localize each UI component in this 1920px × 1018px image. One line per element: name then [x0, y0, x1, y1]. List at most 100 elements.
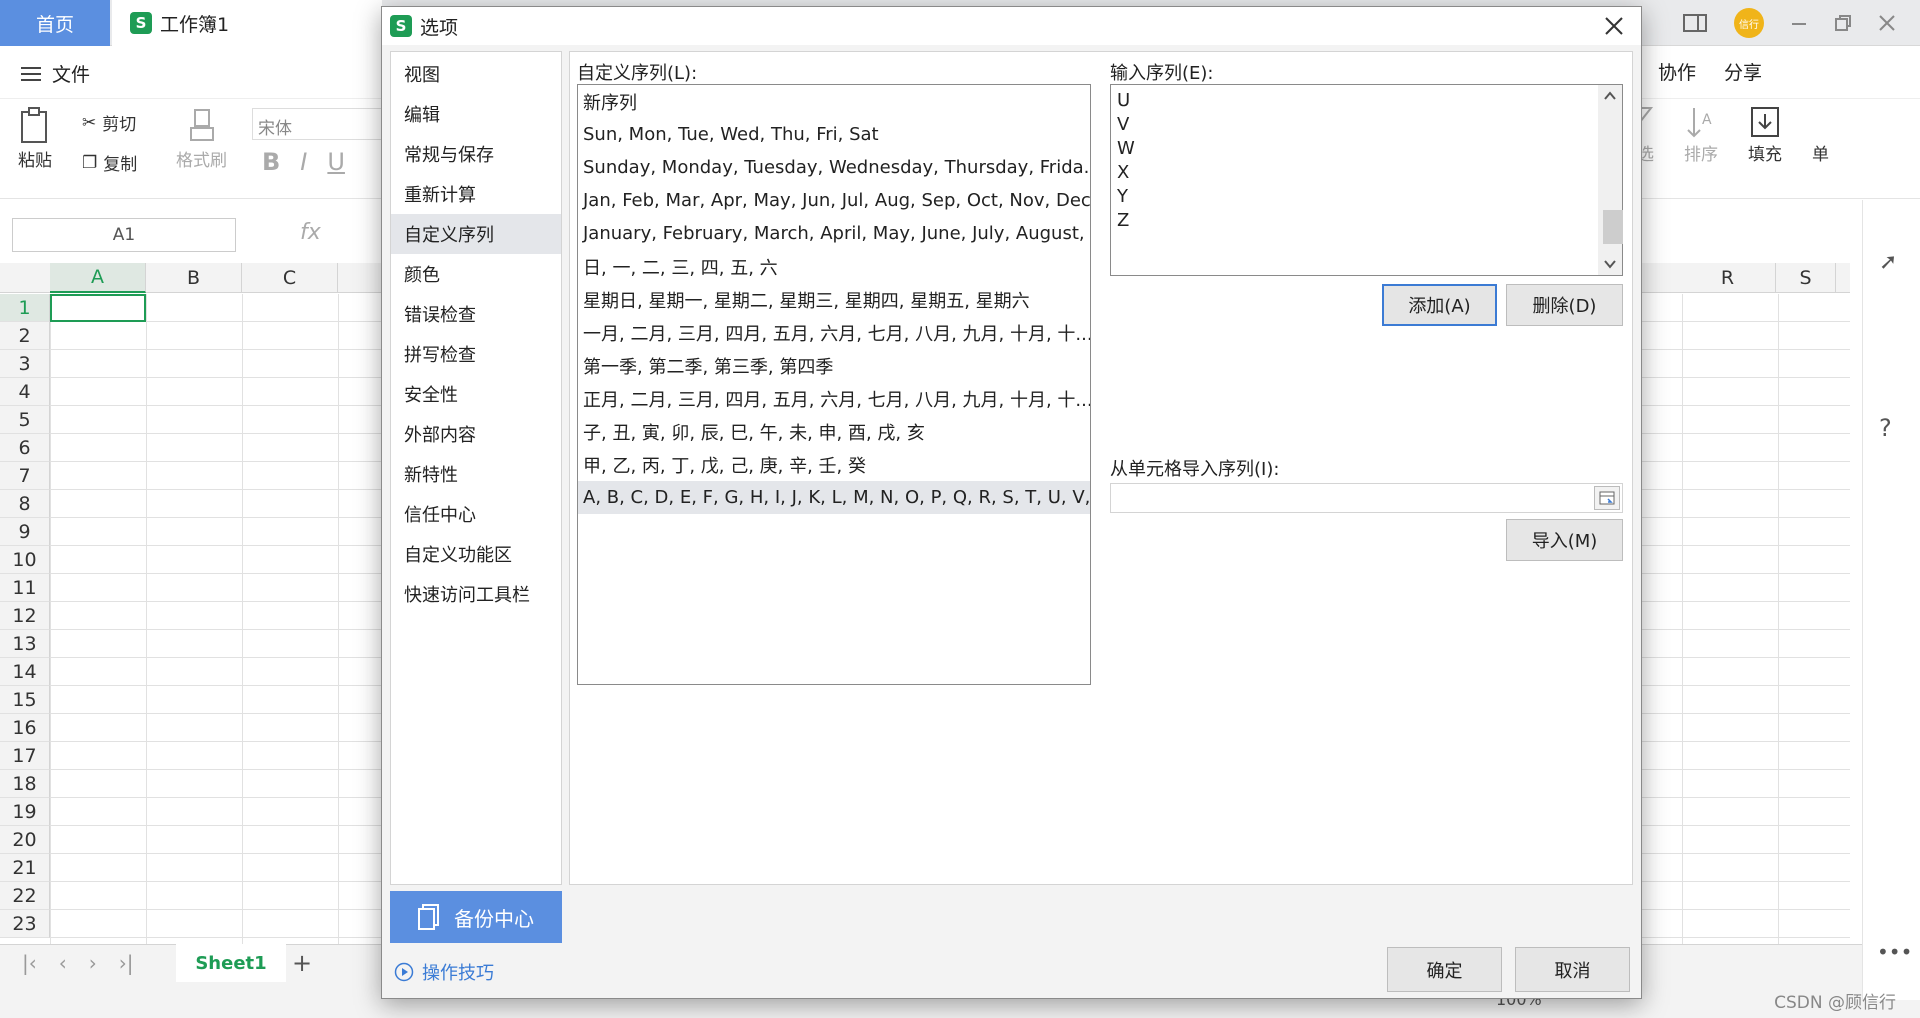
import-range-field[interactable] — [1110, 483, 1623, 513]
scroll-down-icon[interactable] — [1604, 259, 1616, 269]
custom-lists-box[interactable]: 新序列 Sun, Mon, Tue, Wed, Thu, Fri, Sat Sund… — [577, 84, 1091, 685]
row-header[interactable]: 22 — [0, 882, 50, 910]
next-sheet-icon[interactable]: › — [89, 951, 97, 975]
range-picker-button[interactable] — [1594, 486, 1620, 510]
custom-list-item[interactable]: 新序列 — [578, 85, 1090, 118]
cancel-button[interactable]: 取消 — [1515, 947, 1630, 992]
row-header[interactable]: 6 — [0, 434, 50, 462]
nav-item[interactable]: 快速访问工具栏 — [391, 574, 561, 614]
custom-list-item[interactable]: 日, 一, 二, 三, 四, 五, 六 — [578, 250, 1090, 283]
row-header[interactable]: 21 — [0, 854, 50, 882]
layout-icon[interactable] — [1682, 12, 1708, 34]
input-list-textarea[interactable]: UVWXYZ — [1110, 84, 1623, 276]
row-header[interactable]: 1 — [0, 294, 50, 322]
row-header[interactable]: 8 — [0, 490, 50, 518]
row-header[interactable]: 16 — [0, 714, 50, 742]
nav-item[interactable]: 外部内容 — [391, 414, 561, 454]
column-r-header[interactable]: R — [1680, 263, 1776, 293]
backup-center-button[interactable]: 备份中心 — [390, 891, 562, 943]
name-box[interactable]: A1 — [12, 218, 236, 252]
custom-list-item[interactable]: 子, 丑, 寅, 卯, 辰, 巳, 午, 未, 申, 酉, 戌, 亥 — [578, 415, 1090, 448]
nav-item[interactable]: 错误检查 — [391, 294, 561, 334]
share-button[interactable]: 分享 — [1724, 58, 1762, 85]
custom-list-item[interactable]: 正月, 二月, 三月, 四月, 五月, 六月, 七月, 八月, 九月, 十月, … — [578, 382, 1090, 415]
paste-button[interactable]: 粘贴 — [18, 106, 52, 171]
fill-button[interactable]: 填充 — [1748, 104, 1782, 165]
row-header[interactable]: 18 — [0, 770, 50, 798]
row-header[interactable]: 23 — [0, 910, 50, 938]
pointer-icon[interactable]: ➚ — [1879, 250, 1897, 275]
row-header[interactable]: 12 — [0, 602, 50, 630]
bold-icon[interactable]: B — [262, 148, 280, 176]
column-b-header[interactable]: B — [146, 263, 242, 293]
delete-button[interactable]: 删除(D) — [1506, 284, 1623, 326]
tab-home[interactable]: 首页 — [0, 0, 110, 46]
nav-item[interactable]: 信任中心 — [391, 494, 561, 534]
row-header[interactable]: 11 — [0, 574, 50, 602]
ok-button[interactable]: 确定 — [1387, 947, 1502, 992]
nav-item[interactable]: 拼写检查 — [391, 334, 561, 374]
cell-button[interactable]: 单 — [1812, 104, 1829, 165]
custom-list-item[interactable]: 一月, 二月, 三月, 四月, 五月, 六月, 七月, 八月, 九月, 十月, … — [578, 316, 1090, 349]
underline-icon[interactable]: U — [327, 148, 345, 176]
row-header[interactable]: 3 — [0, 350, 50, 378]
scroll-up-icon[interactable] — [1604, 91, 1616, 101]
row-header[interactable]: 10 — [0, 546, 50, 574]
minimize-icon[interactable] — [1790, 14, 1808, 32]
format-painter-button[interactable]: 格式刷 — [176, 106, 227, 171]
nav-item[interactable]: 安全性 — [391, 374, 561, 414]
copy-button[interactable]: ❐ 复制 — [82, 150, 137, 176]
row-header[interactable]: 4 — [0, 378, 50, 406]
custom-list-item[interactable]: 第一季, 第二季, 第三季, 第四季 — [578, 349, 1090, 382]
file-menu[interactable]: 文件 — [20, 60, 90, 87]
nav-item[interactable]: 自定义功能区 — [391, 534, 561, 574]
row-header[interactable]: 13 — [0, 630, 50, 658]
tab-workbook[interactable]: S 工作簿1 — [112, 0, 382, 46]
tips-link[interactable]: 操作技巧 — [394, 959, 494, 985]
custom-list-item[interactable]: January, February, March, April, May, Ju… — [578, 217, 1090, 250]
scroll-thumb[interactable] — [1603, 210, 1623, 244]
help-icon[interactable]: ? — [1879, 414, 1892, 442]
prev-sheet-icon[interactable]: ‹ — [59, 951, 67, 975]
italic-icon[interactable]: I — [300, 148, 307, 176]
collab-button[interactable]: 协作 — [1658, 58, 1696, 85]
column-s-header[interactable]: S — [1776, 263, 1836, 293]
nav-item[interactable]: 颜色 — [391, 254, 561, 294]
fx-icon[interactable]: fx — [300, 220, 321, 245]
font-name-field[interactable]: 宋体 — [252, 108, 382, 140]
close-window-icon[interactable] — [1878, 14, 1896, 32]
nav-item[interactable]: 编辑 — [391, 94, 561, 134]
nav-item[interactable]: 视图 — [391, 54, 561, 94]
column-a-header[interactable]: A — [50, 263, 146, 293]
cut-button[interactable]: ✂ 剪切 — [82, 110, 136, 136]
custom-list-item[interactable]: Jan, Feb, Mar, Apr, May, Jun, Jul, Aug, … — [578, 184, 1090, 217]
row-header[interactable]: 15 — [0, 686, 50, 714]
custom-list-item[interactable]: A, B, C, D, E, F, G, H, I, J, K, L, M, N… — [578, 481, 1090, 514]
dialog-close-button[interactable] — [1601, 13, 1627, 39]
custom-list-item[interactable]: 甲, 乙, 丙, 丁, 戊, 己, 庚, 辛, 壬, 癸 — [578, 448, 1090, 481]
row-header[interactable]: 2 — [0, 322, 50, 350]
sort-button[interactable]: A 排序 — [1684, 104, 1718, 165]
add-sheet-icon[interactable]: + — [292, 949, 312, 977]
restore-icon[interactable] — [1834, 14, 1852, 32]
row-header[interactable]: 7 — [0, 462, 50, 490]
row-header[interactable]: 9 — [0, 518, 50, 546]
last-sheet-icon[interactable]: ›| — [119, 951, 134, 975]
import-button[interactable]: 导入(M) — [1506, 519, 1623, 561]
custom-list-item[interactable]: Sun, Mon, Tue, Wed, Thu, Fri, Sat — [578, 118, 1090, 151]
add-button[interactable]: 添加(A) — [1382, 284, 1497, 326]
custom-list-item[interactable]: 星期日, 星期一, 星期二, 星期三, 星期四, 星期五, 星期六 — [578, 283, 1090, 316]
row-header[interactable]: 20 — [0, 826, 50, 854]
first-sheet-icon[interactable]: |‹ — [22, 951, 37, 975]
row-header[interactable]: 14 — [0, 658, 50, 686]
custom-list-item[interactable]: Sunday, Monday, Tuesday, Wednesday, Thur… — [578, 151, 1090, 184]
sheet-tab[interactable]: Sheet1 — [176, 944, 286, 982]
row-header[interactable]: 19 — [0, 798, 50, 826]
row-header[interactable]: 5 — [0, 406, 50, 434]
avatar[interactable]: 信行 — [1734, 8, 1764, 38]
nav-item[interactable]: 新特性 — [391, 454, 561, 494]
nav-item[interactable]: 自定义序列 — [391, 214, 561, 254]
selected-cell[interactable] — [50, 294, 146, 322]
column-c-header[interactable]: C — [242, 263, 338, 293]
nav-item[interactable]: 重新计算 — [391, 174, 561, 214]
